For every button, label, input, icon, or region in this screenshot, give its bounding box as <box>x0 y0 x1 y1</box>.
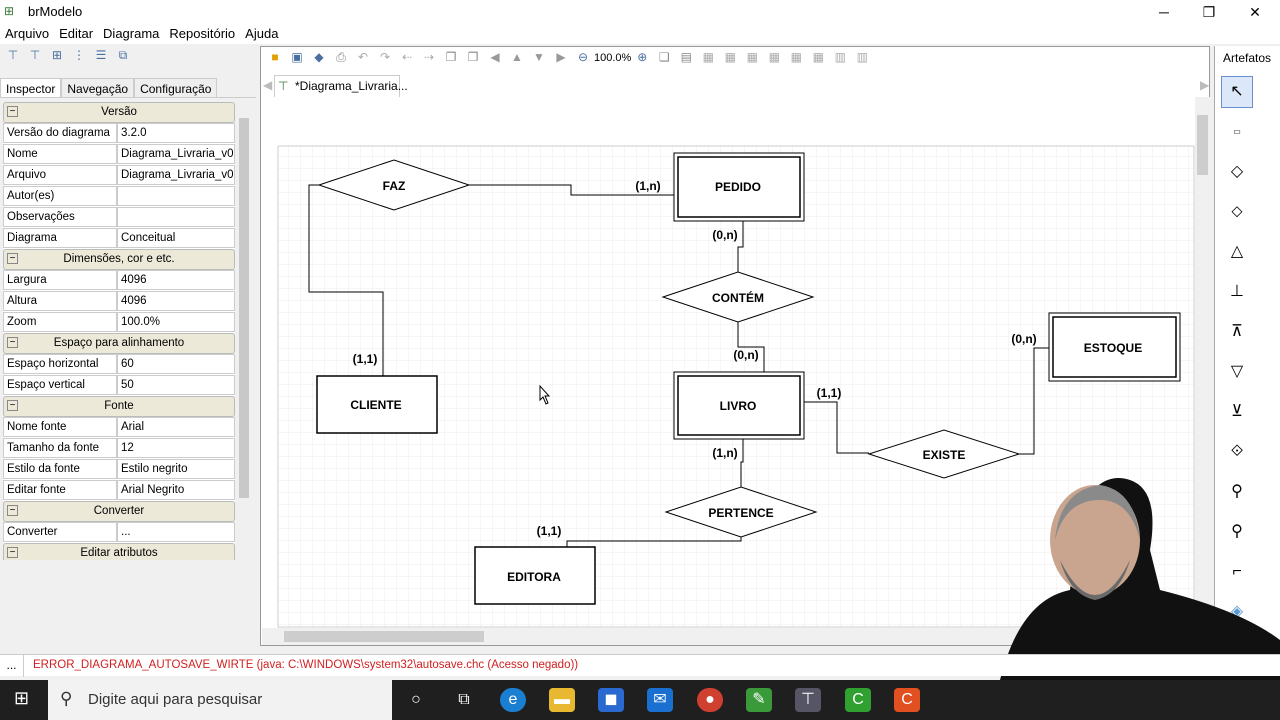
card-existe-estoque: (0,n) <box>1011 332 1036 346</box>
card-faz-pedido: (1,n) <box>635 179 660 193</box>
label-pertence[interactable]: PERTENCE <box>708 506 773 520</box>
taskbar-search-box[interactable]: ⚲ Digite aqui para pesquisar <box>48 680 392 720</box>
specialization-exclusive-tool-icon[interactable]: ⊼ <box>1221 316 1253 348</box>
edge-icon[interactable]: e <box>500 688 526 712</box>
task-view-icon[interactable]: ⧉ <box>451 688 477 712</box>
label-existe[interactable]: EXISTE <box>923 448 966 462</box>
mail-icon[interactable]: ✉ <box>647 688 673 712</box>
store-icon[interactable]: ◼ <box>598 688 624 712</box>
specialization-tool-icon[interactable]: △ <box>1221 236 1253 268</box>
status-menu-button[interactable]: ... <box>0 655 24 677</box>
webcam-overlay <box>1000 478 1280 680</box>
taskbar: ⊞ ⚲ Digite aqui para pesquisar ○ ⧉ e ▬ ◼… <box>0 680 1280 720</box>
associative-entity-tool-icon[interactable]: ⬦ <box>1221 196 1253 228</box>
partial-specialization-tool-icon[interactable]: ⊻ <box>1221 396 1253 428</box>
camtasia-icon[interactable]: C <box>845 688 871 712</box>
recorder-icon[interactable]: C <box>894 688 920 712</box>
relationship-tool-icon[interactable]: ◇ <box>1221 156 1253 188</box>
entity-tool-icon[interactable]: ▭ <box>1221 116 1253 148</box>
card-livro-pertence: (1,n) <box>712 446 737 460</box>
self-relationship-tool-icon[interactable]: ⟐ <box>1221 436 1253 468</box>
union-tool-icon[interactable]: ▽ <box>1221 356 1253 388</box>
label-cliente[interactable]: CLIENTE <box>350 398 401 412</box>
card-livro-existe: (1,1) <box>817 386 842 400</box>
status-bar: ... ERROR_DIAGRAMA_AUTOSAVE_WIRTE (java:… <box>0 654 1280 677</box>
windows-start-icon[interactable]: ⊞ <box>14 688 29 709</box>
card-pedido-contem: (0,n) <box>712 228 737 242</box>
label-editora[interactable]: EDITORA <box>507 570 561 584</box>
generalization-tool-icon[interactable]: ⊥ <box>1221 276 1253 308</box>
search-placeholder: Digite aqui para pesquisar <box>88 691 263 708</box>
brmodelo-taskbar-icon[interactable]: ⊤ <box>795 688 821 712</box>
label-livro[interactable]: LIVRO <box>720 399 757 413</box>
pointer-tool-icon[interactable]: ↖ <box>1221 76 1253 108</box>
notepad-icon[interactable]: ✎ <box>746 688 772 712</box>
status-message: ERROR_DIAGRAMA_AUTOSAVE_WIRTE (java: C:\… <box>33 659 579 671</box>
search-icon: ⚲ <box>60 689 73 708</box>
card-contem-livro: (0,n) <box>733 348 758 362</box>
label-faz[interactable]: FAZ <box>383 179 406 193</box>
card-faz-cliente: (1,1) <box>353 352 378 366</box>
label-estoque[interactable]: ESTOQUE <box>1084 341 1142 355</box>
chrome-icon[interactable]: ● <box>697 688 723 712</box>
card-pertence-editora: (1,1) <box>537 524 562 538</box>
artefatos-title: Artefatos <box>1223 51 1272 65</box>
file-explorer-icon[interactable]: ▬ <box>549 688 575 712</box>
cortana-icon[interactable]: ○ <box>403 688 429 712</box>
label-contem[interactable]: CONTÉM <box>712 290 764 305</box>
label-pedido[interactable]: PEDIDO <box>715 180 761 194</box>
